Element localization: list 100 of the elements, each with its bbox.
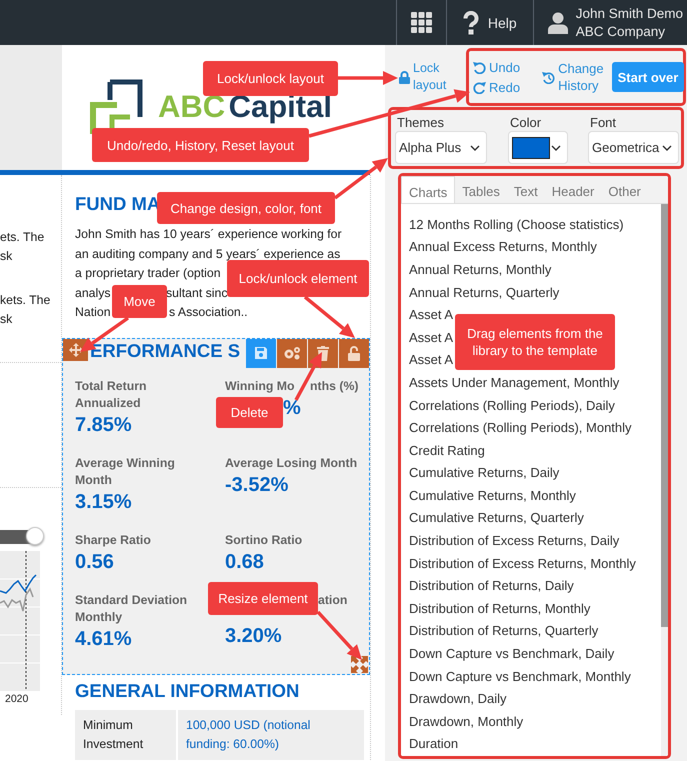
library-item[interactable]: Cumulative Returns, Monthly bbox=[409, 484, 576, 508]
annotation-tooltip: Resize element bbox=[208, 582, 318, 615]
tab[interactable]: Tables bbox=[455, 176, 507, 203]
library-item[interactable]: Asset A bbox=[409, 349, 454, 372]
table-cell: Minimum Investment bbox=[75, 710, 178, 760]
stat-value: 4.61% bbox=[75, 626, 132, 652]
apps-grid-icon[interactable] bbox=[410, 12, 432, 33]
arrow bbox=[316, 610, 362, 660]
tab[interactable]: Text bbox=[506, 176, 545, 203]
body-text: John Smith has 10 years´ experience working for bbox=[75, 227, 342, 241]
library-item[interactable]: Annual Excess Returns, Monthly bbox=[409, 236, 597, 259]
help-button[interactable]: Help bbox=[460, 6, 519, 38]
stat-value: 3.20% bbox=[225, 624, 282, 649]
chevron-down-icon bbox=[551, 144, 561, 150]
theme-select[interactable]: Alpha Plus bbox=[395, 131, 487, 164]
library-item[interactable]: Cumulative Returns, Daily bbox=[409, 462, 560, 485]
move-icon bbox=[68, 342, 82, 357]
stat-label: Total Return Annualized bbox=[75, 378, 148, 412]
library-item[interactable]: Assets Under Management, Monthly bbox=[409, 372, 620, 394]
resize-icon[interactable] bbox=[351, 656, 368, 673]
redo-icon bbox=[473, 80, 486, 94]
library-item[interactable]: Cumulative Returns, Quarterly bbox=[409, 507, 584, 530]
paragraph-text: sk bbox=[0, 311, 14, 328]
library-item[interactable]: Distribution of Returns, Daily bbox=[409, 575, 574, 598]
tab[interactable]: Header bbox=[544, 176, 602, 203]
stat-label: Sharpe Ratio bbox=[75, 532, 151, 549]
user-icon[interactable] bbox=[548, 12, 568, 34]
color-select[interactable] bbox=[508, 131, 568, 164]
unlock-icon bbox=[348, 346, 360, 361]
stat-value: 0.56 bbox=[75, 550, 114, 575]
save-icon bbox=[254, 346, 268, 360]
table-cell-text: 100,000 USD (notional funding: 60.00%) bbox=[185, 716, 312, 753]
library-item[interactable]: Duration bbox=[409, 733, 458, 756]
annotation-tooltip: Move bbox=[112, 285, 167, 318]
library-item[interactable]: Annual Returns, Monthly bbox=[409, 258, 552, 282]
library-item[interactable]: Drawdown, Daily bbox=[409, 688, 507, 711]
library-item[interactable]: 12 Months Rolling (Choose statistics) bbox=[409, 214, 624, 236]
stat-label: Sortino Ratio bbox=[225, 532, 302, 549]
save-button[interactable] bbox=[246, 338, 276, 368]
stat-value: -3.52% bbox=[225, 472, 288, 498]
move-button[interactable] bbox=[63, 338, 88, 361]
library-item[interactable]: Correlations (Rolling Periods), Daily bbox=[409, 394, 615, 418]
slider-handle[interactable] bbox=[26, 527, 44, 545]
stat-label: Average Losing Month bbox=[225, 454, 358, 472]
library-item[interactable]: Distribution of Returns, Monthly bbox=[409, 598, 590, 620]
stat-label: nths (%) bbox=[310, 378, 358, 395]
range-slider[interactable] bbox=[0, 527, 46, 547]
section-heading: ERFORMANCE S bbox=[90, 338, 240, 363]
body-text: an auditing company and 5 years´ experience as bbox=[75, 246, 340, 261]
axis-label: 2020 bbox=[5, 693, 28, 705]
library-item[interactable]: Correlations (Rolling Periods), Monthly bbox=[409, 417, 632, 440]
stat-value: % bbox=[283, 396, 301, 421]
annotation-tooltip: Change design, color, font bbox=[157, 192, 335, 224]
paragraph-text: ets. The bbox=[0, 229, 46, 246]
stat-label: Average Winning Month bbox=[75, 454, 176, 489]
help-icon bbox=[462, 10, 479, 34]
history-icon bbox=[542, 70, 556, 84]
body-text: s Association.. bbox=[169, 304, 248, 322]
lock-icon bbox=[399, 70, 410, 84]
stat-label: ation bbox=[318, 592, 348, 609]
annotation-tooltip: Delete bbox=[216, 397, 283, 428]
tab[interactable]: Charts bbox=[401, 176, 456, 203]
unlock-button[interactable] bbox=[339, 338, 369, 368]
library-item[interactable]: Distribution of Excess Returns, Daily bbox=[409, 530, 620, 553]
body-text: a proprietary trader (option bbox=[75, 266, 221, 280]
settings-button[interactable] bbox=[277, 338, 307, 368]
library-item[interactable]: Down Capture vs Benchmark, Monthly bbox=[409, 666, 631, 688]
arrow bbox=[304, 296, 355, 338]
library-item[interactable]: Distribution of Returns, Quarterly bbox=[409, 620, 598, 644]
company-name: ABC Company bbox=[576, 22, 666, 40]
paragraph-text: kets. The bbox=[0, 292, 52, 309]
tab[interactable]: Other bbox=[601, 176, 648, 203]
library-item[interactable]: Annual Returns, Quarterly bbox=[409, 282, 560, 304]
annotation-tooltip: Lock/unlock layout bbox=[203, 61, 338, 96]
library-item[interactable]: Asset A bbox=[409, 326, 454, 350]
scrollbar[interactable] bbox=[661, 204, 668, 756]
font-select[interactable]: Geometrica bbox=[588, 131, 679, 164]
stat-label: Standard Deviation Monthly bbox=[75, 592, 188, 626]
settings-icon bbox=[282, 346, 302, 360]
body-text: Nation bbox=[75, 305, 111, 320]
section-heading: GENERAL INFORMATION bbox=[75, 678, 300, 703]
library-item[interactable]: Drawdown, Monthly bbox=[409, 710, 524, 734]
library-item[interactable]: Down Capture vs Benchmark, Daily bbox=[409, 643, 614, 666]
annotation-tooltip: Undo/redo, History, Reset layout bbox=[92, 128, 309, 162]
stat-value: 3.15% bbox=[75, 490, 132, 515]
chevron-down-icon bbox=[662, 144, 672, 150]
annotation-tooltip: Lock/unlock element bbox=[227, 260, 369, 297]
field-label: Font bbox=[590, 116, 618, 130]
annotation-tooltip: Drag elements from the library to the template bbox=[455, 314, 615, 370]
field-label: Color bbox=[510, 116, 542, 130]
paragraph-text: sk bbox=[0, 248, 14, 265]
library-item[interactable]: Credit Rating bbox=[409, 440, 485, 462]
library-item[interactable]: Distribution of Excess Returns, Monthly bbox=[409, 552, 636, 576]
stat-value: 0.68 bbox=[225, 550, 264, 575]
undo-icon bbox=[473, 60, 486, 74]
stat-value: 7.85% bbox=[75, 412, 132, 438]
user-name: John Smith Demo bbox=[576, 4, 683, 22]
body-text: sultant sinc bbox=[166, 284, 228, 302]
field-label: Themes bbox=[397, 116, 445, 130]
library-item[interactable]: Asset A bbox=[409, 304, 454, 327]
